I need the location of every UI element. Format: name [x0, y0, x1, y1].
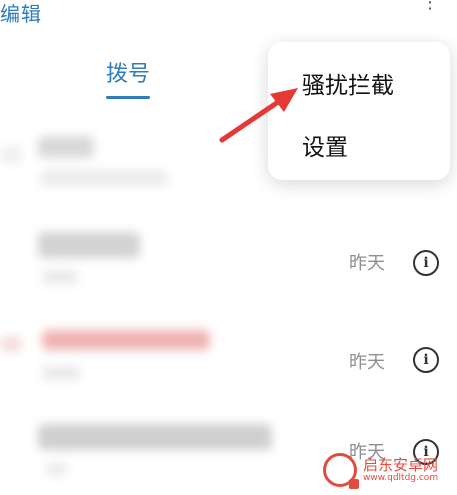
watermark-name: 启东安卓网 — [363, 455, 439, 474]
annotation-arrow — [219, 88, 298, 143]
watermark-icon — [323, 453, 359, 489]
watermark-url: www.qdltdg.com — [363, 472, 439, 483]
watermark-logo: 启东安卓网 www.qdltdg.com — [323, 451, 449, 489]
